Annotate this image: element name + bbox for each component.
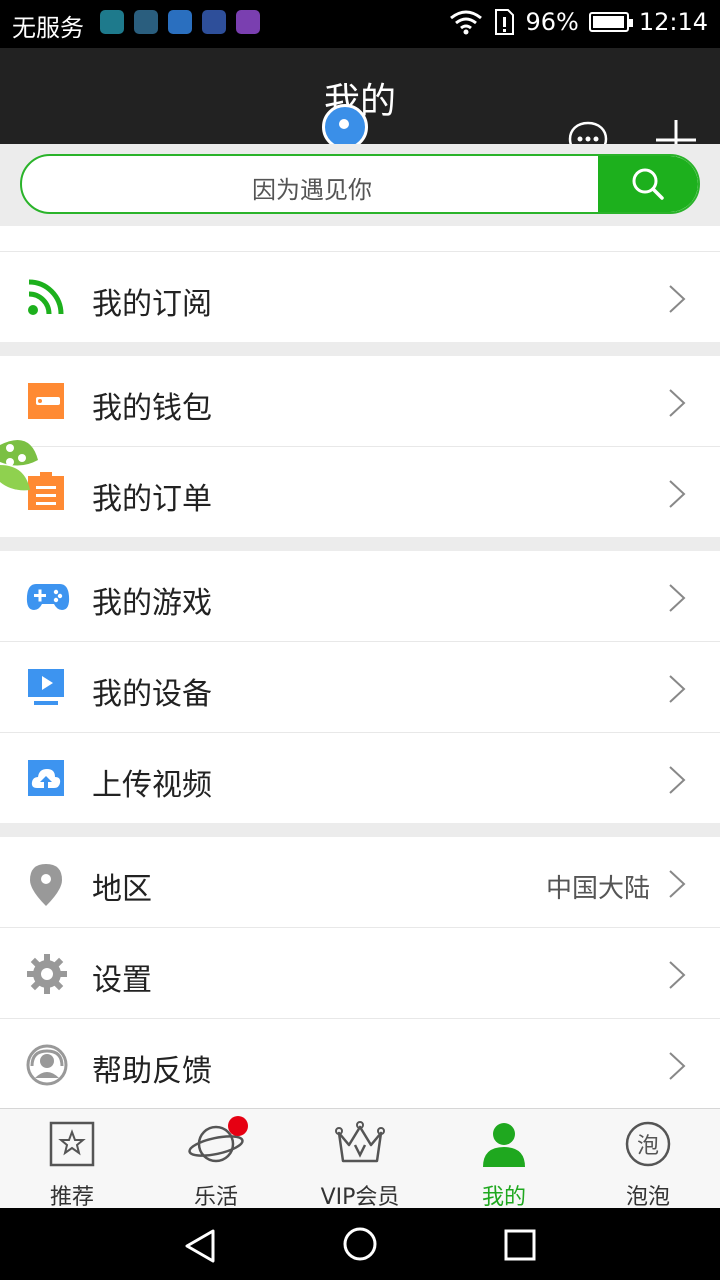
menu-item-order[interactable]: 我的订单 (0, 447, 720, 537)
menu-item-label: 我的游戏 (92, 586, 212, 621)
menu-item-label: 设置 (92, 963, 152, 998)
chevron-right-icon (668, 1051, 686, 1085)
chevron-right-icon (668, 765, 686, 799)
section-divider (0, 537, 720, 551)
menu-group: 我的游戏 我的设备 上传视频 (0, 551, 720, 823)
section-divider (0, 823, 720, 837)
partial-list-item (0, 226, 720, 252)
chevron-right-icon (668, 388, 686, 422)
menu-item-label: 我的钱包 (92, 391, 212, 426)
menu-item-label: 我的设备 (92, 677, 212, 712)
rss-icon (26, 277, 66, 317)
menu-item-location-pin[interactable]: 地区 中国大陆 (0, 837, 720, 928)
headset-icon (26, 1044, 68, 1086)
device-icon (26, 667, 66, 707)
search-button[interactable] (598, 156, 698, 212)
tab-star-box[interactable]: 推荐 (0, 1109, 144, 1210)
star-box-icon (49, 1121, 95, 1171)
menu-item-gamepad[interactable]: 我的游戏 (0, 551, 720, 642)
home-icon[interactable] (342, 1226, 378, 1262)
gear-icon (26, 953, 67, 994)
menu-item-label: 帮助反馈 (92, 1054, 212, 1089)
menu-item-rss[interactable]: 我的订阅 (0, 252, 720, 342)
app-notification-icon (134, 10, 158, 34)
chevron-right-icon (668, 479, 686, 513)
section-divider (0, 342, 720, 356)
chevron-right-icon (668, 583, 686, 617)
menu-group: 我的订阅 (0, 252, 720, 342)
tab-label: VIP会员 (320, 1185, 400, 1210)
chevron-right-icon (668, 869, 686, 903)
tab-planet[interactable]: 乐活 (144, 1109, 288, 1210)
battery-icon (588, 12, 633, 32)
tab-label: 乐活 (193, 1185, 238, 1210)
chevron-right-icon (668, 674, 686, 708)
menu-group: 地区 中国大陆 设置 帮助反馈 (0, 837, 720, 1109)
tab-label: 泡泡 (625, 1185, 670, 1210)
menu-item-headset[interactable]: 帮助反馈 (0, 1019, 720, 1109)
location-pin-icon (26, 862, 66, 906)
search-bar: 因为遇见你 (0, 144, 720, 226)
sim-alert-icon (495, 9, 515, 35)
menu-item-upload-cloud[interactable]: 上传视频 (0, 733, 720, 823)
menu-group: 我的钱包 我的订单 (0, 356, 720, 537)
app-header: 我的 (0, 48, 720, 162)
menu-item-wallet[interactable]: 我的钱包 (0, 356, 720, 447)
chevron-right-icon (668, 284, 686, 318)
status-bar: 无服务 96% 12:14 (0, 0, 720, 48)
tab-label: 我的 (481, 1185, 526, 1210)
bottom-tab-bar: 推荐 乐活 VIP会员 我的 泡 泡泡 (0, 1108, 720, 1210)
app-notification-icon (236, 10, 260, 34)
search-placeholder: 因为遇见你 (252, 176, 372, 204)
menu-item-label: 上传视频 (92, 768, 212, 803)
person-icon (481, 1121, 527, 1171)
menu-item-label: 地区 (92, 872, 152, 907)
leaf-decoration-icon (0, 440, 38, 491)
bubble-pao-icon: 泡 (623, 1121, 673, 1171)
wallet-icon (26, 381, 66, 421)
chevron-right-icon (668, 960, 686, 994)
crown-icon (333, 1121, 387, 1171)
app-notification-icon (168, 10, 192, 34)
search-input[interactable]: 因为遇见你 (20, 154, 700, 214)
menu-item-gear[interactable]: 设置 (0, 928, 720, 1019)
system-nav-bar (0, 1208, 720, 1280)
tab-label: 推荐 (49, 1185, 94, 1210)
recents-icon[interactable] (503, 1228, 537, 1262)
svg-text:泡: 泡 (637, 1134, 659, 1159)
search-icon (632, 168, 664, 200)
wifi-icon (450, 10, 483, 35)
upload-cloud-icon (26, 758, 66, 798)
menu-list: 我的订阅 我的钱包 我的订单 我的游戏 我的设备 上传视频 地区 中国大陆 设置 (0, 226, 720, 1109)
clock: 12:14 (638, 8, 708, 36)
tab-bubble-pao[interactable]: 泡 泡泡 (576, 1109, 720, 1210)
back-icon[interactable] (183, 1228, 217, 1264)
carrier-text: 无服务 (12, 14, 84, 42)
tab-crown[interactable]: VIP会员 (288, 1109, 432, 1210)
app-notification-icon (100, 10, 124, 34)
menu-item-device[interactable]: 我的设备 (0, 642, 720, 733)
notification-badge (228, 1116, 248, 1136)
menu-item-label: 我的订阅 (92, 287, 212, 322)
notification-icons (100, 10, 260, 34)
tab-person[interactable]: 我的 (432, 1109, 576, 1210)
menu-item-label: 我的订单 (92, 482, 212, 517)
battery-percent: 96% (525, 8, 579, 36)
app-notification-icon (202, 10, 226, 34)
menu-item-value: 中国大陆 (545, 874, 650, 904)
gamepad-icon (26, 576, 70, 616)
